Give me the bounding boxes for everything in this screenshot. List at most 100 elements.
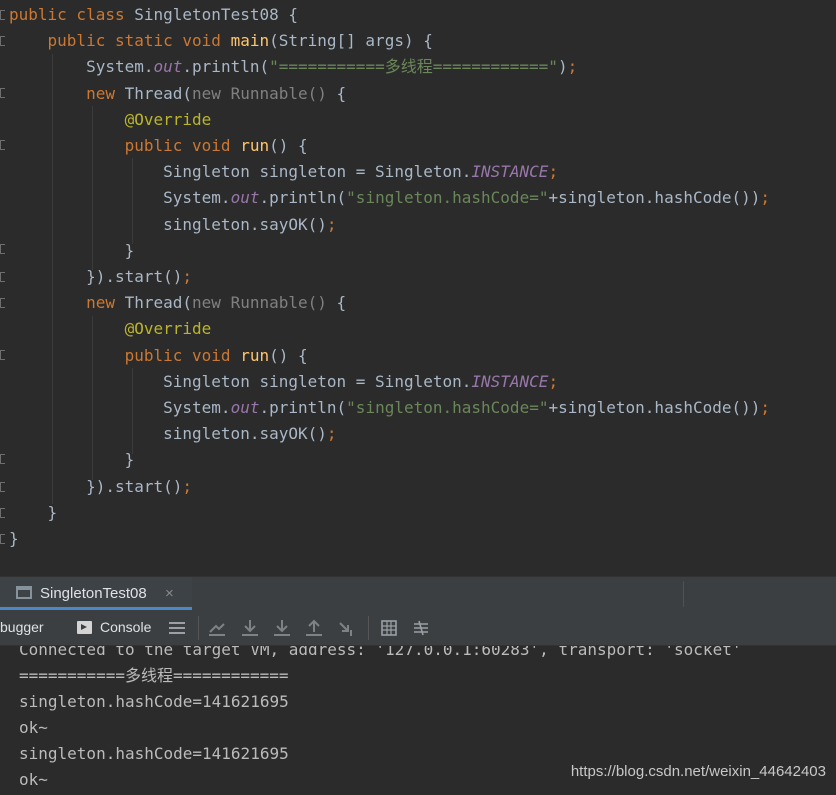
code-token: out <box>153 57 183 77</box>
fold-marker[interactable] <box>0 10 5 20</box>
code-line: @Override <box>9 316 212 342</box>
code-token: singleton.sayOK() <box>9 214 327 234</box>
step-into-icon[interactable] <box>272 618 292 638</box>
console-window-icon <box>16 586 32 599</box>
divider <box>368 616 369 640</box>
run-tab-label: SingletonTest08 <box>40 585 147 602</box>
code-token: run <box>240 345 270 365</box>
code-token: }).start() <box>9 476 183 496</box>
code-token: Thread( <box>124 293 193 313</box>
code-token: }).start() <box>9 267 183 286</box>
code-token: Singleton singleton = Singleton. <box>9 371 472 391</box>
code-line: public void run() { <box>9 133 308 159</box>
fold-marker[interactable] <box>0 88 5 98</box>
tab-debugger[interactable]: bugger <box>0 610 44 645</box>
debug-toolbar: bugger Console <box>0 610 836 646</box>
code-token: new <box>9 293 125 313</box>
code-token: System. <box>9 398 231 417</box>
console-line: ===========多线程============ <box>19 666 289 685</box>
code-line: }).start(); <box>9 264 192 290</box>
code-line: singleton.sayOK(); <box>9 212 336 238</box>
code-token: } <box>9 240 135 260</box>
code-token: "singleton.hashCode=" <box>346 188 549 208</box>
trace-icon[interactable] <box>411 618 431 638</box>
code-token: } <box>9 502 58 522</box>
code-token: ; <box>326 424 337 444</box>
code-token: out <box>230 398 260 417</box>
code-token: ; <box>760 398 771 417</box>
console-line: Connected to the target VM, address: '12… <box>19 646 742 659</box>
run-to-cursor-icon[interactable] <box>337 618 357 638</box>
code-token: public void <box>9 345 241 365</box>
code-token: Thread( <box>124 83 193 103</box>
fold-marker[interactable] <box>0 244 5 254</box>
fold-marker[interactable] <box>0 534 5 544</box>
code-token: .println( <box>259 398 347 417</box>
menu-icon[interactable] <box>167 618 187 638</box>
code-line: System.out.println("singleton.hashCode="… <box>9 185 770 211</box>
step-out-icon[interactable] <box>304 618 324 638</box>
fold-marker[interactable] <box>0 454 5 464</box>
code-token: out <box>230 188 260 208</box>
fold-marker[interactable] <box>0 272 5 282</box>
code-token: ; <box>182 476 193 496</box>
code-token: @Override <box>9 109 212 129</box>
code-token: ; <box>567 57 578 77</box>
code-line: public static void main(String[] args) { <box>9 28 433 54</box>
code-line: @Override <box>9 107 212 133</box>
fold-marker[interactable] <box>0 36 5 46</box>
code-token: +singleton.hashCode()) <box>548 188 761 208</box>
code-line: new Thread(new Runnable() { <box>9 81 346 107</box>
code-token: INSTANCE <box>471 371 549 391</box>
fold-marker[interactable] <box>0 508 5 518</box>
fold-marker[interactable] <box>0 350 5 360</box>
evaluate-expression-icon[interactable] <box>379 618 399 638</box>
code-token: @Override <box>9 319 212 339</box>
code-token: (String[] args) { <box>269 31 433 51</box>
show-execution-point-icon[interactable] <box>207 618 227 638</box>
code-token: { <box>326 83 347 103</box>
fold-marker[interactable] <box>0 298 5 308</box>
code-token: run <box>240 136 270 155</box>
code-line: }).start(); <box>9 474 192 500</box>
code-token: Singleton singleton = Singleton. <box>9 162 472 182</box>
code-token: ; <box>760 188 771 208</box>
code-line: } <box>9 526 19 552</box>
fold-marker[interactable] <box>0 482 5 492</box>
code-token: ; <box>182 267 193 286</box>
code-token: .println( <box>182 57 270 77</box>
code-token: } <box>9 450 135 470</box>
code-token: ; <box>548 371 559 391</box>
code-token: () { <box>269 345 308 365</box>
code-line: new Thread(new Runnable() { <box>9 290 346 316</box>
divider <box>198 616 199 640</box>
code-token: ; <box>548 162 559 182</box>
close-icon[interactable]: × <box>165 577 174 611</box>
code-token: public void <box>9 136 241 155</box>
code-line: Singleton singleton = Singleton.INSTANCE… <box>9 369 558 395</box>
code-token: singleton.sayOK() <box>9 424 327 444</box>
divider <box>683 581 684 607</box>
code-token: { <box>326 293 347 313</box>
code-line: System.out.println("===========多线程======… <box>9 54 577 80</box>
code-token: } <box>9 529 19 548</box>
code-token: new <box>9 83 125 103</box>
tab-console[interactable]: Console <box>100 610 151 645</box>
fold-marker[interactable] <box>0 140 5 150</box>
console-tab-icon <box>77 621 92 634</box>
code-line: singleton.sayOK(); <box>9 421 337 447</box>
code-editor[interactable]: public class SingletonTest08 { public st… <box>0 0 836 576</box>
code-token: main <box>230 31 270 51</box>
code-token: SingletonTest08 { <box>134 5 298 24</box>
console-line: singleton.hashCode=141621695 <box>19 744 289 763</box>
code-line: public class SingletonTest08 { <box>9 2 298 28</box>
console-line: singleton.hashCode=141621695 <box>19 692 289 711</box>
run-tab-singletontest08[interactable]: SingletonTest08 × <box>0 577 192 610</box>
step-over-icon[interactable] <box>240 618 260 638</box>
code-token: new Runnable() <box>192 83 327 103</box>
code-token: ) <box>557 57 568 77</box>
code-token: System. <box>9 57 154 77</box>
console-line: ok~ <box>19 770 48 789</box>
code-token: "singleton.hashCode=" <box>346 398 549 417</box>
code-token: new Runnable() <box>192 293 327 313</box>
